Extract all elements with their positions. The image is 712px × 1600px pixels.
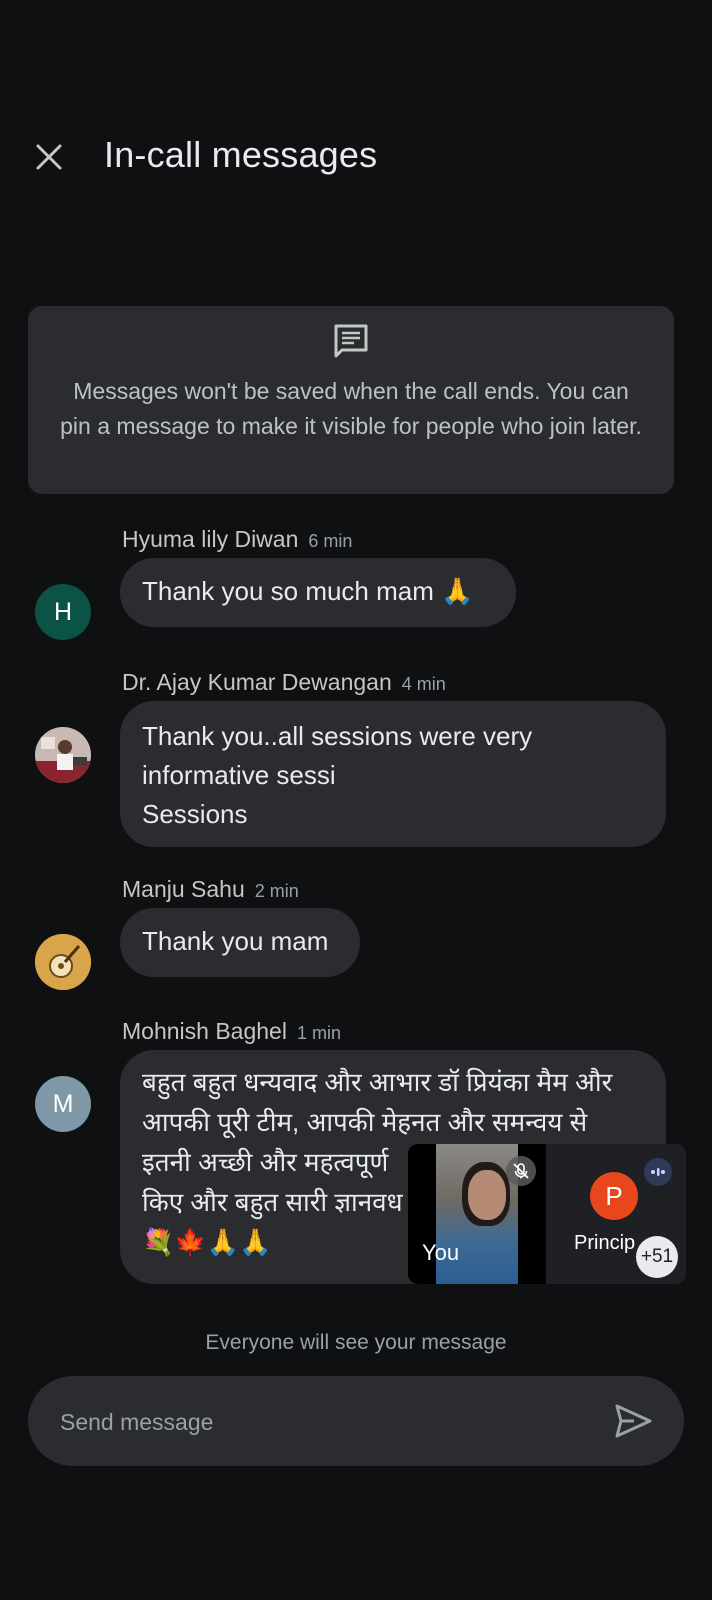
video-face [468, 1170, 506, 1220]
avatar-photo [35, 727, 91, 783]
sender-name: Dr. Ajay Kumar Dewangan [122, 669, 392, 695]
avatar: M [35, 1076, 91, 1132]
message-line: बहुत बहुत धन्यवाद और आभार डॉ प्रियंका मै… [142, 1067, 613, 1097]
message-composer [28, 1376, 684, 1468]
info-text: Messages won't be saved when the call en… [60, 378, 642, 439]
participant-letter: P [605, 1180, 623, 1211]
message-bubble[interactable]: Thank you so much mam 🙏 [120, 558, 516, 627]
message-line: Thank you..all sessions were very [142, 721, 533, 751]
message-time: 1 min [296, 1023, 341, 1043]
message-header: Hyuma lily Diwan 6 min [122, 526, 352, 553]
message-time: 4 min [401, 674, 446, 694]
message-line: informative sessi [142, 760, 336, 790]
self-video-tile[interactable]: You [408, 1144, 546, 1284]
avatar [35, 727, 91, 783]
sender-name: Manju Sahu [122, 876, 245, 902]
message-header: Manju Sahu 2 min [122, 876, 299, 903]
message-line: आपकी पूरी टीम, आपकी मेहनत और समन्वय से [142, 1107, 588, 1137]
message-bubble[interactable]: Thank you mam [120, 908, 360, 977]
avatar-letter: H [53, 597, 73, 626]
message-bubble[interactable]: Thank you..all sessions were very inform… [120, 701, 666, 847]
page-title: In-call messages [104, 134, 378, 175]
avatar-letter: M [52, 1089, 74, 1118]
message-item: Hyuma lily Diwan 6 min H Thank you so muc… [0, 526, 712, 640]
header: In-call messages [0, 118, 712, 198]
message-header: Dr. Ajay Kumar Dewangan 4 min [122, 669, 446, 696]
participant-name: Princip [574, 1232, 636, 1254]
send-icon[interactable] [612, 1400, 654, 1442]
message-item: Manju Sahu 2 min Thank you mam [0, 876, 712, 990]
message-time: 2 min [254, 881, 299, 901]
self-label: You [422, 1240, 460, 1265]
message-input[interactable] [58, 1376, 602, 1468]
avatar-photo [35, 934, 91, 990]
message-line: Sessions [142, 799, 248, 829]
visibility-notice: Everyone will see your message [205, 1331, 507, 1354]
info-banner: Messages won't be saved when the call en… [28, 306, 674, 494]
message-item: Dr. Ajay Kumar Dewangan 4 min Thank you..… [0, 669, 712, 849]
call-pip-window[interactable]: You P Princip +51 [408, 1144, 686, 1284]
avatar [35, 934, 91, 990]
message-header: Mohnish Baghel 1 min [122, 1018, 341, 1045]
sender-name: Hyuma lily Diwan [122, 526, 299, 552]
speaking-indicator-icon [644, 1158, 672, 1186]
sender-name: Mohnish Baghel [122, 1018, 287, 1044]
mic-off-icon [506, 1156, 536, 1186]
chat-icon [334, 324, 368, 358]
message-text: Thank you mam [142, 926, 329, 956]
participant-count-badge: +51 [636, 1236, 678, 1278]
avatar: H [35, 584, 91, 640]
message-time: 6 min [308, 531, 353, 551]
participant-avatar: P [590, 1172, 638, 1220]
close-icon[interactable] [30, 138, 68, 176]
message-text: Thank you so much mam 🙏 [142, 576, 474, 606]
